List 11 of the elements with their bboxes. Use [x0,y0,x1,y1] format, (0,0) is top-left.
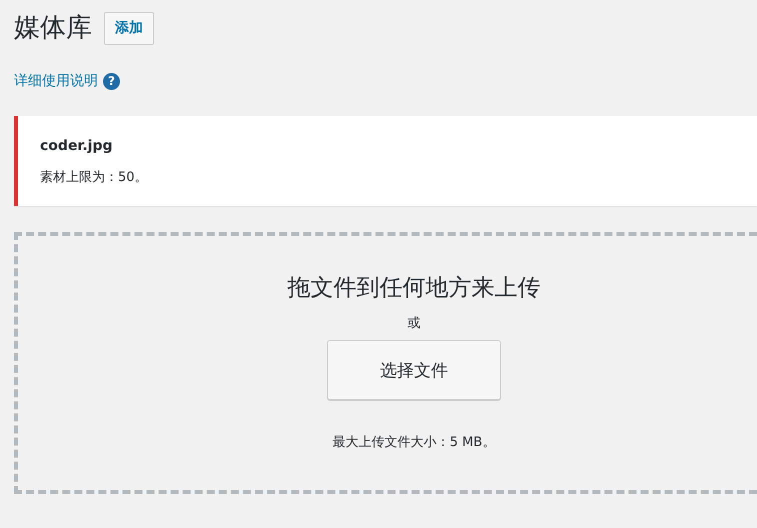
or-label: 或 [408,315,420,332]
notice-filename: coder.jpg [40,138,114,154]
max-upload-size: 最大上传文件大小：5 MB。 [332,434,496,451]
page-title: 媒体库 [14,12,92,45]
help-icon[interactable]: ? [103,72,120,90]
upload-instructions: 拖文件到任何地方来上传 [288,274,540,303]
add-button[interactable]: 添加 [104,12,154,44]
select-files-button[interactable]: 选择文件 [327,340,501,400]
help-link[interactable]: 详细使用说明 [14,72,98,90]
upload-drop-zone[interactable]: 拖文件到任何地方来上传 或 选择文件 最大上传文件大小：5 MB。 [14,232,757,494]
notice-message: 素材上限为：50。 [40,169,149,186]
